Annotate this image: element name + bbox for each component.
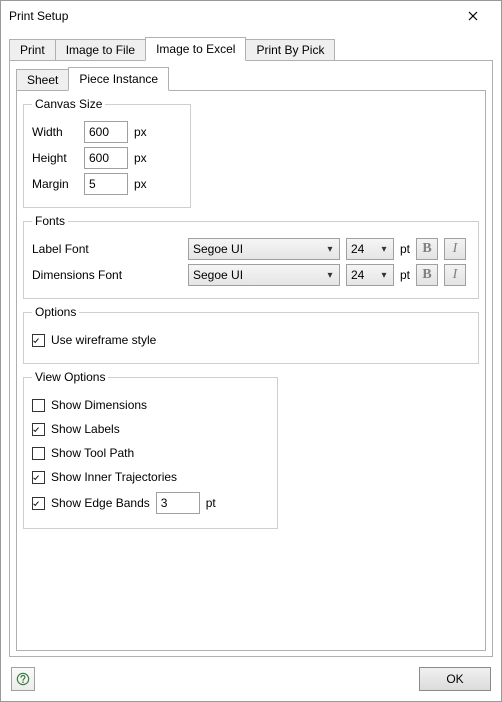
- sub-tabbar: Sheet Piece Instance: [16, 67, 486, 91]
- chevron-down-icon: ▾: [379, 244, 389, 255]
- titlebar: Print Setup: [1, 1, 501, 31]
- margin-input[interactable]: [84, 173, 128, 195]
- dims-font-italic-button[interactable]: I: [444, 264, 466, 286]
- show-inner-traj-label: Show Inner Trajectories: [51, 470, 177, 484]
- main-tabpanel: Sheet Piece Instance Canvas Size Width p…: [9, 60, 493, 657]
- show-tool-path-checkbox[interactable]: [32, 447, 45, 460]
- dims-font-bold-button[interactable]: B: [416, 264, 438, 286]
- dims-font-combo[interactable]: Segoe UI ▾: [188, 264, 340, 286]
- show-labels-checkbox[interactable]: [32, 423, 45, 436]
- dims-font-value: Segoe UI: [193, 268, 243, 282]
- width-label: Width: [32, 125, 78, 139]
- show-edge-bands-checkbox[interactable]: [32, 497, 45, 510]
- label-font-value: Segoe UI: [193, 242, 243, 256]
- label-font-label: Label Font: [32, 242, 182, 256]
- show-dimensions-checkbox[interactable]: [32, 399, 45, 412]
- options-group: Options Use wireframe style: [23, 305, 479, 364]
- view-options-legend: View Options: [32, 370, 108, 384]
- print-setup-window: Print Setup Print Image to File Image to…: [0, 0, 502, 702]
- chevron-down-icon: ▾: [325, 244, 335, 255]
- label-font-size-combo[interactable]: 24 ▾: [346, 238, 394, 260]
- margin-label: Margin: [32, 177, 78, 191]
- ok-button[interactable]: OK: [419, 667, 491, 691]
- show-tool-path-label: Show Tool Path: [51, 446, 134, 460]
- main-tabbar: Print Image to File Image to Excel Print…: [9, 37, 493, 61]
- label-font-unit: pt: [400, 242, 410, 256]
- view-options-group: View Options Show Dimensions Show Labels: [23, 370, 278, 529]
- height-unit: px: [134, 151, 147, 165]
- tab-print-by-pick[interactable]: Print By Pick: [245, 39, 335, 61]
- help-button[interactable]: [11, 667, 35, 691]
- dims-font-unit: pt: [400, 268, 410, 282]
- subtab-sheet[interactable]: Sheet: [16, 69, 69, 91]
- fonts-legend: Fonts: [32, 214, 68, 228]
- margin-unit: px: [134, 177, 147, 191]
- close-button[interactable]: [453, 2, 493, 30]
- options-legend: Options: [32, 305, 79, 319]
- chevron-down-icon: ▾: [325, 270, 335, 281]
- dialog-footer: OK: [1, 657, 501, 701]
- canvas-size-legend: Canvas Size: [32, 97, 105, 111]
- tab-image-to-excel[interactable]: Image to Excel: [145, 37, 246, 61]
- label-font-italic-button[interactable]: I: [444, 238, 466, 260]
- tab-print[interactable]: Print: [9, 39, 56, 61]
- dialog-content: Print Image to File Image to Excel Print…: [1, 31, 501, 657]
- dims-font-size-value: 24: [351, 268, 364, 282]
- chevron-down-icon: ▾: [379, 270, 389, 281]
- show-edge-bands-label: Show Edge Bands: [51, 496, 150, 510]
- show-inner-traj-checkbox[interactable]: [32, 471, 45, 484]
- subtab-piece-instance[interactable]: Piece Instance: [68, 67, 169, 91]
- sub-tabpanel: Canvas Size Width px Height px Margin: [16, 90, 486, 651]
- width-unit: px: [134, 125, 147, 139]
- wireframe-checkbox[interactable]: [32, 334, 45, 347]
- tab-image-to-file[interactable]: Image to File: [55, 39, 146, 61]
- fonts-group: Fonts Label Font Segoe UI ▾ 24 ▾ pt B: [23, 214, 479, 299]
- canvas-size-group: Canvas Size Width px Height px Margin: [23, 97, 191, 208]
- height-input[interactable]: [84, 147, 128, 169]
- show-edge-bands-input[interactable]: [156, 492, 200, 514]
- width-input[interactable]: [84, 121, 128, 143]
- window-title: Print Setup: [9, 9, 453, 23]
- show-dimensions-label: Show Dimensions: [51, 398, 147, 412]
- dims-font-label: Dimensions Font: [32, 268, 182, 282]
- dims-font-size-combo[interactable]: 24 ▾: [346, 264, 394, 286]
- wireframe-label: Use wireframe style: [51, 333, 156, 347]
- label-font-combo[interactable]: Segoe UI ▾: [188, 238, 340, 260]
- help-icon: [16, 672, 30, 686]
- label-font-size-value: 24: [351, 242, 364, 256]
- label-font-bold-button[interactable]: B: [416, 238, 438, 260]
- close-icon: [468, 11, 478, 21]
- show-edge-bands-unit: pt: [206, 496, 216, 510]
- show-labels-label: Show Labels: [51, 422, 120, 436]
- height-label: Height: [32, 151, 78, 165]
